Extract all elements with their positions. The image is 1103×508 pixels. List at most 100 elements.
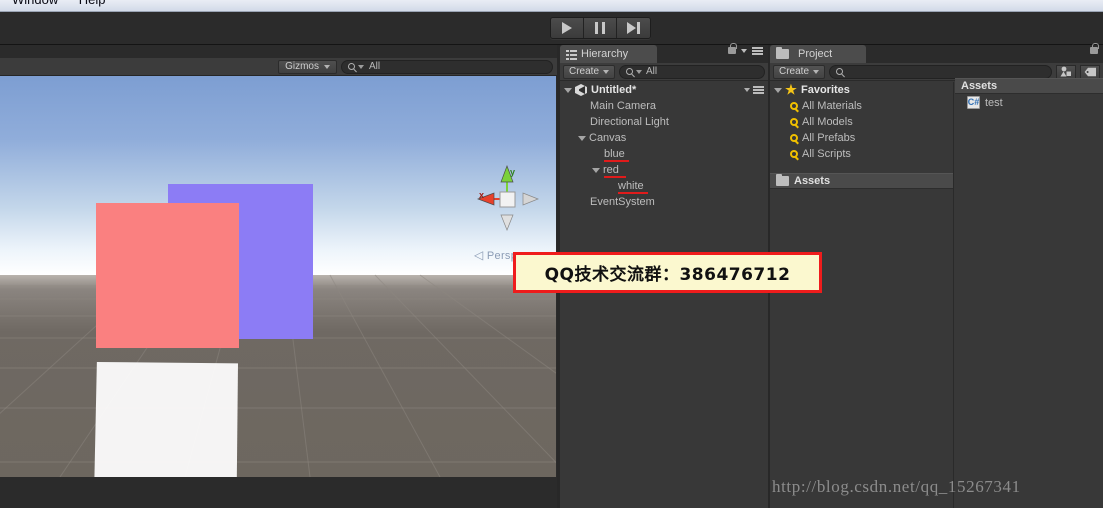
axis-z-cone	[522, 192, 539, 206]
filter-by-label-button[interactable]	[1080, 64, 1100, 79]
blog-watermark: http://blog.csdn.net/qq_15267341	[772, 477, 1021, 497]
hierarchy-item-red[interactable]: red	[560, 162, 768, 178]
scene-object-red-quad[interactable]	[96, 203, 239, 348]
project-favorite-all-materials[interactable]: All Materials	[770, 98, 953, 114]
tab-project-label: Project	[798, 48, 833, 60]
blog-watermark-text: http://blog.csdn.net/qq_15267341	[772, 477, 1021, 496]
hierarchy-item-canvas[interactable]: Canvas	[560, 130, 768, 146]
saved-search-icon	[790, 150, 798, 158]
search-mode-chevron-icon	[358, 64, 364, 69]
menu-item-help[interactable]: Help	[71, 0, 114, 11]
project-favorite-label: All Materials	[802, 100, 862, 112]
hamburger-icon[interactable]	[753, 86, 764, 94]
scene-view-toolbar: Gizmos All	[0, 58, 557, 76]
folder-icon	[776, 46, 789, 59]
project-create-label: Create	[779, 66, 810, 77]
saved-search-icon	[790, 134, 798, 142]
hierarchy-item-eventsystem[interactable]: EventSystem	[560, 194, 768, 210]
type-filter-icon	[1060, 66, 1071, 77]
play-icon	[562, 22, 572, 34]
chevron-down-icon	[744, 88, 750, 92]
hierarchy-item-main-camera[interactable]: Main Camera	[560, 98, 768, 114]
gizmos-label: Gizmos	[285, 61, 319, 72]
foldout-icon[interactable]	[774, 87, 782, 93]
hierarchy-tree: Untitled* Main Camera Directional Light …	[560, 82, 768, 508]
project-favorite-all-prefabs[interactable]: All Prefabs	[770, 130, 953, 146]
lock-icon[interactable]	[728, 43, 737, 55]
scene-view-panel: Gizmos All y x ◁ Persp	[0, 45, 557, 508]
project-favorite-all-scripts[interactable]: All Scripts	[770, 146, 953, 162]
chevron-down-icon	[603, 69, 610, 74]
saved-search-icon	[790, 118, 798, 126]
project-create-button[interactable]: Create	[773, 64, 826, 79]
os-menu-bar: Window Help	[0, 0, 1103, 12]
scene-object-white-quad[interactable]	[94, 362, 238, 477]
hierarchy-item-label: red	[603, 164, 619, 176]
star-icon: ★	[785, 82, 797, 97]
axis-x-label: x	[479, 190, 484, 200]
hierarchy-item-white[interactable]: white	[560, 178, 768, 194]
hierarchy-create-button[interactable]: Create	[563, 64, 616, 79]
foldout-icon[interactable]	[578, 135, 586, 141]
project-search-input[interactable]	[829, 64, 1052, 79]
label-tag-icon	[1084, 67, 1096, 76]
step-button[interactable]	[617, 18, 650, 38]
pause-button[interactable]	[584, 18, 617, 38]
hierarchy-icon	[566, 49, 577, 60]
hierarchy-item-blue[interactable]: blue	[560, 146, 768, 162]
project-favorite-label: All Scripts	[802, 148, 851, 160]
gizmos-dropdown[interactable]: Gizmos	[278, 59, 337, 74]
hierarchy-create-label: Create	[569, 66, 600, 77]
saved-search-icon	[790, 102, 798, 110]
axis-down-cone	[500, 214, 514, 231]
hierarchy-tabstrip: Hierarchy	[560, 43, 768, 63]
perspective-mode-label[interactable]: ◁ Persp	[474, 248, 517, 262]
scene-orientation-gizmo[interactable]: y x	[468, 160, 546, 238]
project-tree-column: ★ Favorites All Materials All Models All…	[770, 82, 954, 508]
chevron-down-icon	[813, 69, 820, 74]
search-icon	[348, 63, 355, 70]
axis-y-label: y	[510, 167, 515, 177]
project-favorites-row[interactable]: ★ Favorites	[770, 82, 953, 98]
project-assets-column: Assets C# test	[955, 78, 1103, 508]
search-icon	[626, 68, 634, 75]
scene-search-input[interactable]: All	[341, 59, 553, 74]
unity-scene-icon	[575, 84, 587, 96]
hierarchy-toolbar: Create All	[560, 63, 768, 81]
hierarchy-item-label: EventSystem	[590, 196, 655, 208]
project-favorite-label: All Prefabs	[802, 132, 856, 144]
foldout-icon[interactable]	[564, 87, 572, 93]
hierarchy-scene-row[interactable]: Untitled*	[560, 82, 768, 98]
project-assets-root-row[interactable]: Assets	[770, 173, 953, 189]
tab-project[interactable]: Project	[770, 45, 866, 63]
hierarchy-search-value: All	[646, 66, 658, 77]
folder-icon	[776, 173, 789, 186]
scene-viewport[interactable]: y x ◁ Persp	[0, 76, 556, 477]
filter-by-type-button[interactable]	[1056, 64, 1076, 79]
play-button[interactable]	[551, 18, 584, 38]
search-icon	[836, 68, 844, 75]
asset-list-item-test[interactable]: C# test	[955, 94, 1103, 111]
tab-hierarchy-label: Hierarchy	[581, 48, 629, 60]
scene-search-value: All	[369, 61, 381, 72]
hierarchy-item-directional-light[interactable]: Directional Light	[560, 114, 768, 130]
qq-group-banner-text: QQ技术交流群：386476712	[544, 265, 791, 285]
tab-hierarchy[interactable]: Hierarchy	[560, 45, 657, 63]
hierarchy-search-input[interactable]: All	[619, 64, 765, 79]
foldout-icon[interactable]	[592, 167, 600, 173]
main-toolbar	[0, 12, 1103, 45]
lock-icon[interactable]	[1090, 43, 1099, 54]
hamburger-icon[interactable]	[752, 47, 763, 55]
step-icon	[627, 22, 640, 34]
menu-item-window[interactable]: Window	[4, 0, 66, 11]
playback-controls	[550, 17, 651, 39]
hierarchy-item-label: blue	[604, 148, 625, 160]
qq-group-banner: QQ技术交流群：386476712	[513, 252, 822, 293]
project-tabstrip: Project	[770, 43, 1103, 63]
project-favorites-label: Favorites	[801, 84, 850, 96]
chevron-down-icon	[741, 48, 747, 53]
hierarchy-item-label: Canvas	[589, 132, 627, 144]
csharp-script-icon: C#	[967, 96, 980, 109]
project-favorite-all-models[interactable]: All Models	[770, 114, 953, 130]
project-assets-label: Assets	[794, 175, 831, 187]
